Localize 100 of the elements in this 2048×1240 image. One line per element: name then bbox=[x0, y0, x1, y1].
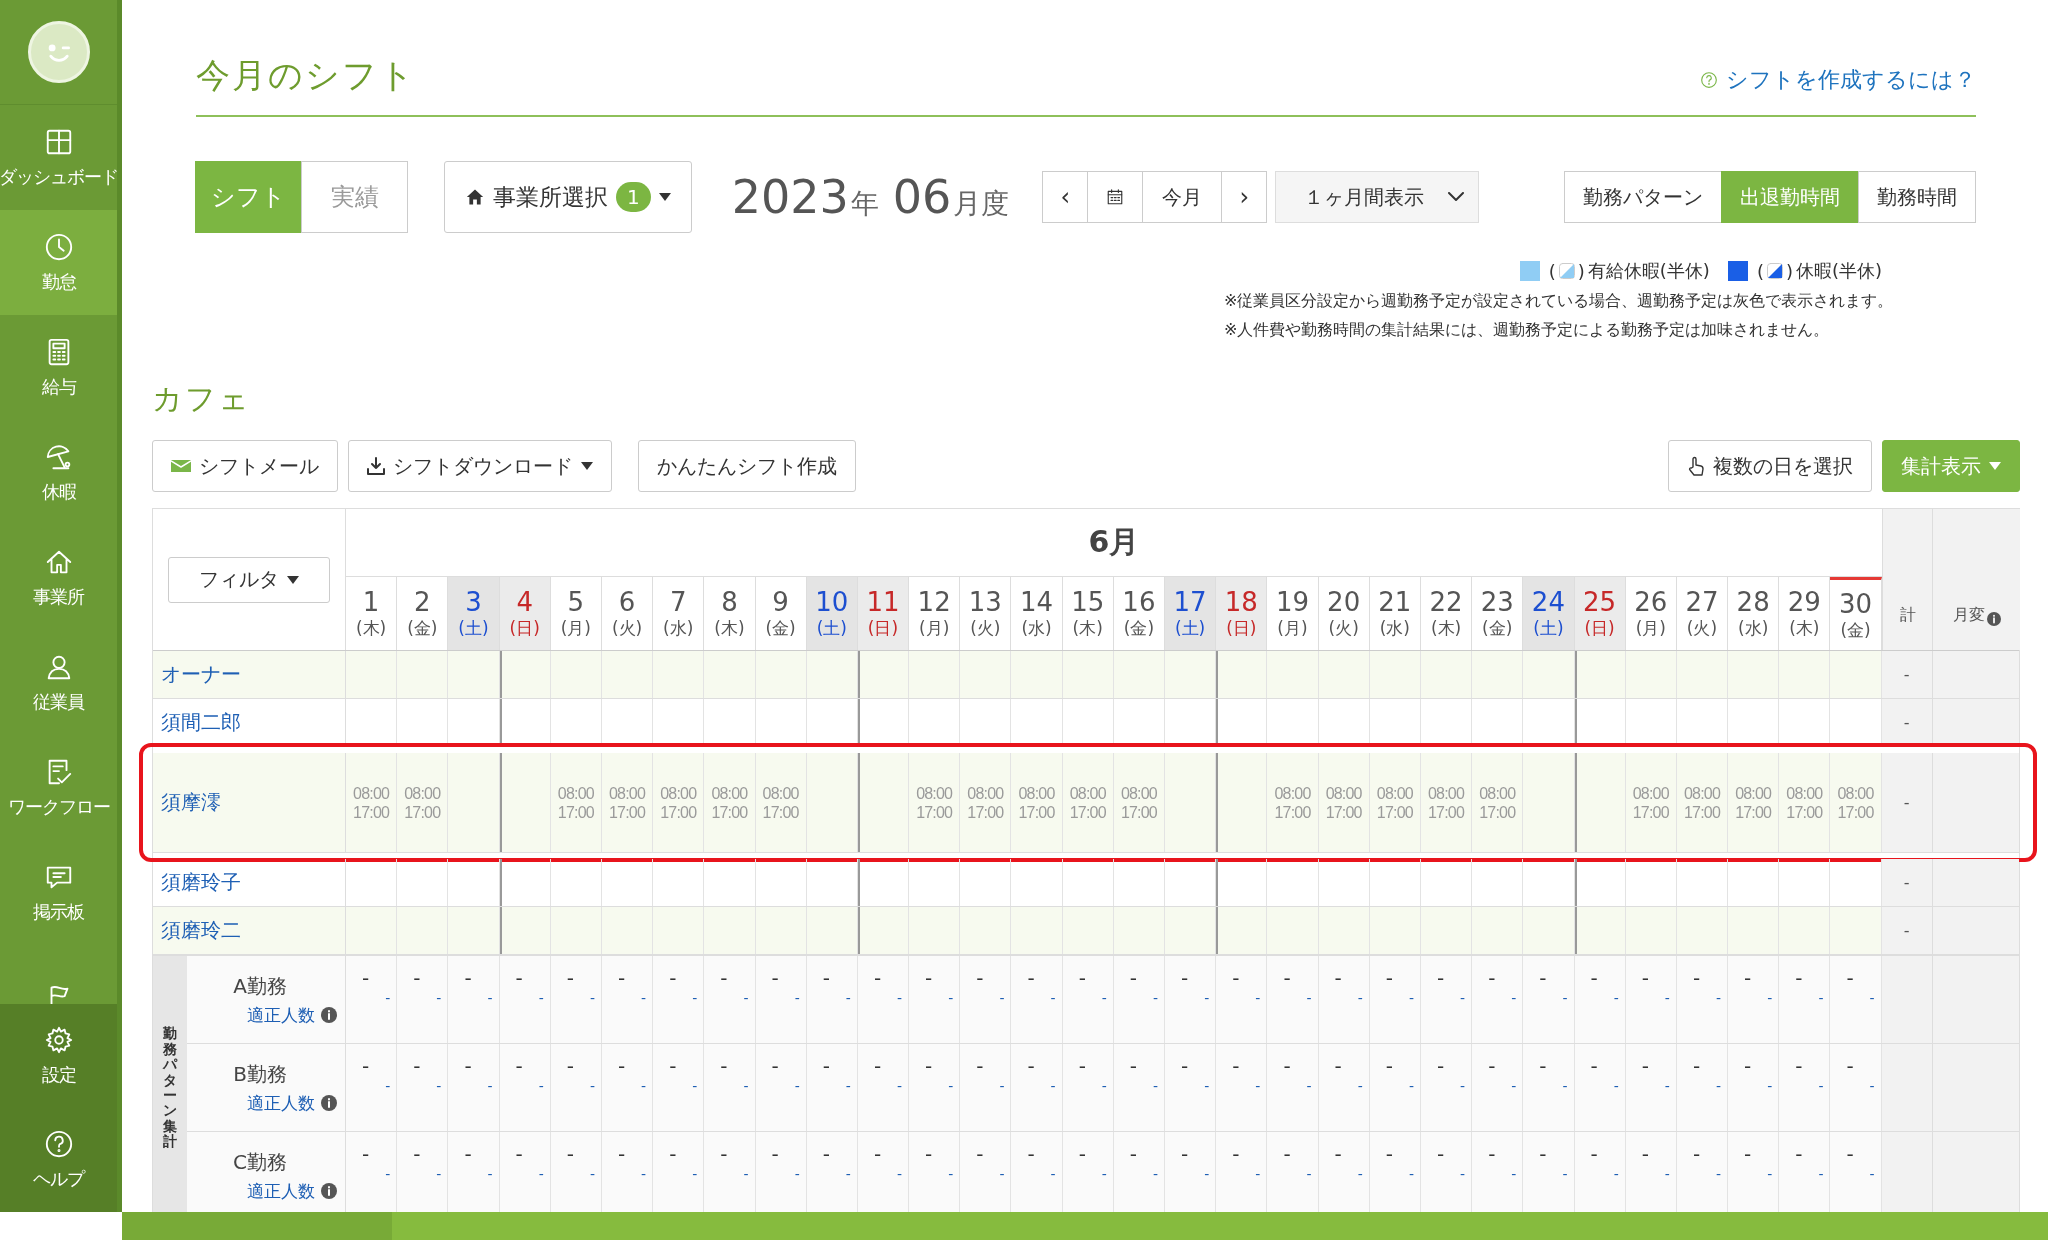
day-header[interactable]: 24 (土) bbox=[1523, 577, 1575, 650]
previous-button[interactable]: ‹ bbox=[1042, 171, 1089, 223]
day-header[interactable]: 8 (木) bbox=[704, 577, 756, 650]
day-header[interactable]: 22 (木) bbox=[1420, 577, 1473, 650]
proper-value: - bbox=[1664, 990, 1670, 1006]
sidebar-item[interactable]: 休暇 bbox=[0, 420, 117, 525]
office-select-button[interactable]: 事業所選択 1 bbox=[444, 161, 692, 233]
proper-value: - bbox=[794, 1166, 800, 1182]
day-header[interactable]: 27 (火) bbox=[1676, 577, 1729, 650]
proper-value: - bbox=[1050, 990, 1056, 1006]
sidebar-item[interactable]: ダッシュボード bbox=[0, 105, 117, 210]
sidebar-item[interactable]: 事業所 bbox=[0, 525, 117, 630]
employee-name[interactable]: 須磨玲子 bbox=[153, 859, 346, 906]
count-value: - bbox=[668, 1142, 677, 1166]
view-tab[interactable]: 勤務時間 bbox=[1858, 171, 1976, 223]
toolbar-button[interactable]: シフトメール bbox=[152, 440, 338, 492]
proper-value: - bbox=[385, 1078, 391, 1094]
day-header[interactable]: 19 (月) bbox=[1267, 577, 1319, 650]
employee-name[interactable]: 須間二郎 bbox=[153, 699, 346, 746]
view-tab[interactable]: 勤務パターン bbox=[1564, 171, 1722, 223]
proper-value: - bbox=[743, 1078, 749, 1094]
total-value: - bbox=[1903, 713, 1910, 732]
day-header[interactable]: 29 (木) bbox=[1779, 577, 1831, 650]
next-button[interactable]: › bbox=[1221, 171, 1268, 223]
proper-value: - bbox=[1511, 1078, 1517, 1094]
filter-button[interactable]: フィルタ bbox=[168, 556, 330, 603]
proper-value: - bbox=[1357, 1166, 1363, 1182]
count-value: - bbox=[412, 966, 421, 990]
count-value: - bbox=[1333, 966, 1342, 990]
day-header[interactable]: 12 (月) bbox=[909, 577, 961, 650]
proper-value: - bbox=[1255, 1166, 1261, 1182]
day-header[interactable]: 18 (日) bbox=[1216, 577, 1268, 650]
count-value: - bbox=[1333, 1142, 1342, 1166]
day-header[interactable]: 17 (土) bbox=[1165, 577, 1217, 650]
proper-value: - bbox=[1050, 1166, 1056, 1182]
count-value: - bbox=[821, 1142, 830, 1166]
proper-value: - bbox=[1050, 1078, 1056, 1094]
day-header[interactable]: 10 (土) bbox=[806, 577, 858, 650]
day-header[interactable]: 13 (火) bbox=[960, 577, 1012, 650]
sidebar-item[interactable]: ヘルプ bbox=[0, 1108, 117, 1212]
current-month-button[interactable]: 今月 bbox=[1142, 171, 1223, 223]
day-header[interactable]: 11 (日) bbox=[857, 577, 910, 650]
envelope-icon bbox=[171, 458, 191, 474]
proper-value: - bbox=[1204, 1078, 1210, 1094]
range-select[interactable]: １ヶ月間表示 bbox=[1275, 171, 1480, 223]
employee-name[interactable]: 須摩澪 bbox=[153, 753, 346, 852]
day-header[interactable]: 14 (水) bbox=[1011, 577, 1063, 650]
count-value: - bbox=[872, 1054, 882, 1078]
proper-count-label: 適正人数 bbox=[247, 1003, 315, 1027]
day-header[interactable]: 9 (金) bbox=[755, 577, 807, 650]
proper-value: - bbox=[897, 1078, 903, 1094]
day-header[interactable]: 28 (水) bbox=[1728, 577, 1780, 650]
proper-value: - bbox=[1767, 990, 1773, 1006]
count-value: - bbox=[616, 1054, 626, 1078]
sidebar-item[interactable]: 給与 bbox=[0, 315, 117, 420]
toolbar-button[interactable]: かんたんシフト作成 bbox=[638, 440, 856, 492]
total-value: - bbox=[1903, 873, 1910, 892]
count-value: - bbox=[1077, 966, 1086, 990]
count-value: - bbox=[668, 1054, 677, 1078]
proper-value: - bbox=[436, 1078, 442, 1094]
day-header[interactable]: 26 (月) bbox=[1625, 577, 1677, 650]
proper-value: - bbox=[1767, 1166, 1773, 1182]
day-header[interactable]: 5 (月) bbox=[550, 577, 602, 650]
proper-value: - bbox=[1511, 990, 1517, 1006]
sidebar-item[interactable]: 掲示板 bbox=[0, 840, 117, 945]
proper-value: - bbox=[692, 990, 698, 1006]
day-header[interactable]: 1 (木) bbox=[346, 577, 398, 650]
day-header[interactable]: 20 (火) bbox=[1318, 577, 1370, 650]
sidebar-item[interactable]: 従業員 bbox=[0, 630, 117, 735]
proper-value: - bbox=[1818, 1078, 1824, 1094]
proper-value: - bbox=[1664, 1166, 1670, 1182]
toolbar-button[interactable]: 複数の日を選択 bbox=[1668, 440, 1872, 492]
pattern-name: B勤務 bbox=[233, 1060, 287, 1088]
day-header[interactable]: 6 (火) bbox=[601, 577, 654, 650]
proper-value: - bbox=[1716, 1166, 1722, 1182]
paren-text: ( bbox=[1756, 260, 1764, 282]
toolbar-button[interactable]: シフトダウンロード bbox=[348, 440, 612, 492]
sidebar-item[interactable]: ワークフロー bbox=[0, 735, 117, 840]
help-link[interactable]: シフトを作成するには？ bbox=[1700, 65, 1976, 99]
employee-name[interactable]: 須磨玲二 bbox=[153, 907, 346, 954]
sidebar-item[interactable]: 設定 bbox=[0, 1004, 117, 1108]
proper-value: - bbox=[845, 1166, 851, 1182]
count-value: - bbox=[1640, 1142, 1649, 1166]
count-value: - bbox=[1282, 1142, 1291, 1166]
day-header[interactable]: 7 (水) bbox=[653, 577, 705, 650]
day-header[interactable]: 21 (水) bbox=[1369, 577, 1421, 650]
day-header[interactable]: 15 (木) bbox=[1062, 577, 1114, 650]
count-value: - bbox=[1538, 1054, 1547, 1078]
mode-tab[interactable]: 実績 bbox=[301, 161, 408, 233]
count-value: - bbox=[1384, 1142, 1393, 1166]
count-value: - bbox=[1487, 1054, 1496, 1078]
proper-value: - bbox=[641, 1166, 647, 1182]
day-header[interactable]: 25 (日) bbox=[1574, 577, 1626, 650]
count-value: - bbox=[821, 1054, 830, 1078]
calendar-button[interactable] bbox=[1087, 171, 1144, 223]
download-icon bbox=[367, 457, 385, 475]
day-header[interactable]: 3 (土) bbox=[448, 577, 500, 650]
count-value: - bbox=[975, 1054, 984, 1078]
day-header[interactable]: 4 (日) bbox=[499, 577, 551, 650]
employee-name[interactable]: オーナー bbox=[153, 651, 346, 698]
